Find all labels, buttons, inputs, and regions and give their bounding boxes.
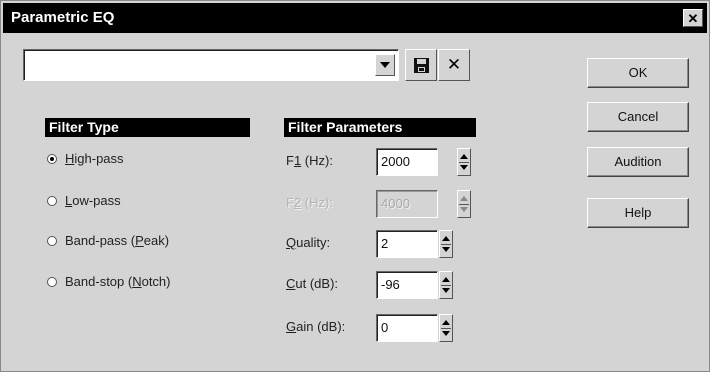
spin-up-icon [442,277,450,282]
f2-spinner [457,190,471,218]
ok-button[interactable]: OK [587,58,689,88]
cancel-button[interactable]: Cancel [587,102,689,132]
radio-band-pass[interactable]: Band-pass (Peak) [47,232,169,250]
spin-down-icon [442,331,450,336]
radio-indicator[interactable] [47,195,57,206]
radio-indicator[interactable] [47,276,57,287]
spin-down-icon [442,288,450,293]
spin-up-icon [460,196,468,201]
quality-spinner[interactable] [439,230,453,258]
close-icon: ✕ [687,11,699,26]
spin-down-icon [460,165,468,170]
gain-label: Gain (dB): [286,319,346,334]
spin-up-icon [442,320,450,325]
f1-spinner[interactable] [457,148,471,176]
filter-type-header: Filter Type [45,118,250,137]
radio-indicator[interactable] [47,153,57,164]
quality-input[interactable]: 2 [376,230,438,258]
cut-spinner[interactable] [439,271,453,299]
parametric-eq-dialog: Parametric EQ ✕ ✕ OK Cancel Audition Hel… [0,0,710,372]
title-bar[interactable]: Parametric EQ ✕ [3,3,707,33]
delete-preset-button[interactable]: ✕ [438,49,470,81]
spin-down-icon [460,207,468,212]
spin-up-icon [442,236,450,241]
radio-band-stop[interactable]: Band-stop (Notch) [47,273,171,291]
spin-down-icon [442,247,450,252]
radio-indicator[interactable] [47,235,57,246]
filter-parameters-header: Filter Parameters [284,118,476,137]
f2-label: F2 (Hz): [286,195,333,210]
save-preset-button[interactable] [405,49,437,81]
dropdown-arrow-button[interactable] [375,54,395,76]
radio-high-pass[interactable]: High-pass [47,150,124,168]
cut-label: Cut (dB): [286,276,339,291]
save-disk-icon [414,58,429,73]
f2-input: 4000 [376,190,438,218]
quality-label: Quality: [286,235,331,250]
gain-input[interactable]: 0 [376,314,438,342]
spin-up-icon [460,154,468,159]
radio-low-pass[interactable]: Low-pass [47,192,121,210]
close-icon: ✕ [446,55,462,74]
close-button[interactable]: ✕ [683,9,703,27]
preset-combobox[interactable] [23,49,399,81]
audition-button[interactable]: Audition [587,147,689,177]
f1-input[interactable]: 2000 [376,148,438,176]
f1-label: F1 (Hz): [286,153,333,168]
cut-input[interactable]: -96 [376,271,438,299]
window-title: Parametric EQ [11,9,115,26]
help-button[interactable]: Help [587,198,689,228]
gain-spinner[interactable] [439,314,453,342]
